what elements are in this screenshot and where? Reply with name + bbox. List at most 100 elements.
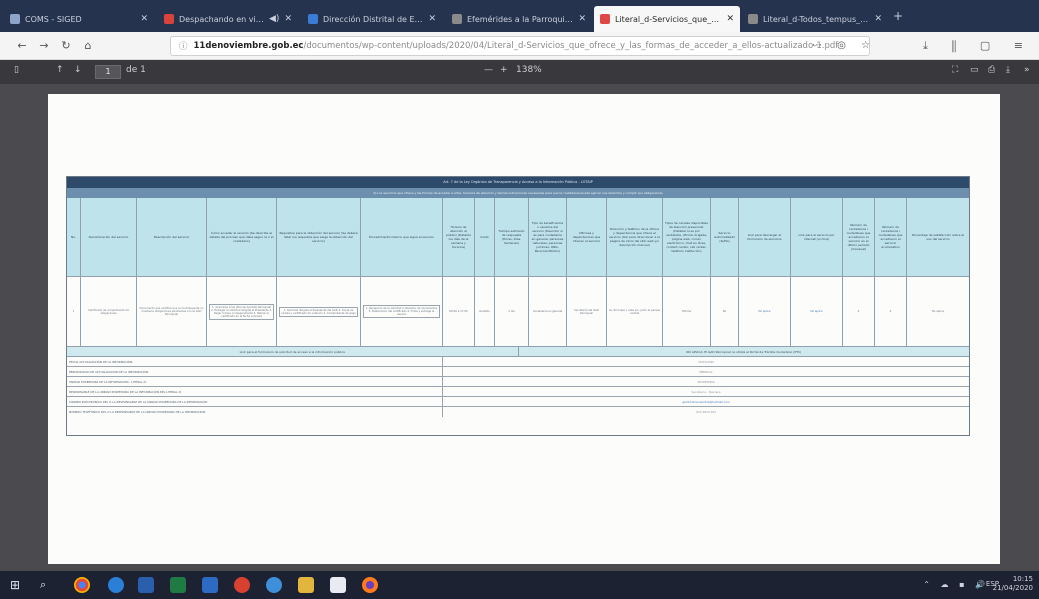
site-info-icon[interactable]: ⓘ	[179, 40, 188, 52]
url-bar[interactable]: ⓘ 11denoviembre.gob.ec /documentos/wp-co…	[170, 36, 870, 56]
column-header: Oficinas y dependencias que ofrecen el s…	[567, 198, 607, 276]
print-icon[interactable]: ⎙	[988, 65, 995, 75]
column-header: Servicio Automatizado (Si/No)	[711, 198, 739, 276]
new-tab-button[interactable]: +	[893, 9, 903, 23]
tab-favicon-icon	[164, 14, 174, 24]
back-icon[interactable]: ←	[14, 38, 30, 54]
column-header: Costo	[475, 198, 495, 276]
word-doc-icon[interactable]	[202, 577, 218, 593]
pdf-viewer: Art. 7 de la Ley Orgánica de Transparenc…	[0, 84, 1039, 571]
file-explorer-icon[interactable]	[298, 577, 314, 593]
column-header: Procedimiento interno que sigue el servi…	[361, 198, 443, 276]
column-header: Tipos de canales disponibles de atención…	[663, 198, 711, 276]
table-cell: 1 día	[495, 277, 529, 346]
close-tab-icon[interactable]: ✕	[726, 14, 734, 24]
reload-icon[interactable]: ↻	[58, 38, 74, 54]
clock-date: 21/04/2020	[992, 584, 1033, 592]
table-row: 1 Certificado de cumplimiento de obligac…	[67, 277, 969, 347]
footer-row: NÚMERO TELEFÓNICO DEL O LA RESPONSABLE D…	[67, 407, 969, 417]
zoom-out-button[interactable]: —	[484, 65, 493, 75]
system-tray-icons[interactable]: ⌃ ☁ ▪ 🔊	[923, 580, 989, 589]
pdf-favicon-icon	[600, 14, 610, 24]
open-file-icon[interactable]: ▭	[970, 65, 979, 75]
pdf-page: Art. 7 de la Ley Orgánica de Transparenc…	[48, 94, 1000, 564]
close-tab-icon[interactable]: ✕	[428, 14, 436, 24]
clock[interactable]: 10:15 21/04/2020	[993, 575, 1033, 593]
excel-icon[interactable]	[170, 577, 186, 593]
table-cell: 08:00 a 17:00	[443, 277, 475, 346]
browser-tab-active[interactable]: Literal_d-Servicios_que_ofrece_y_ ✕	[594, 6, 740, 32]
footer-value-link[interactable]: gad11denoviembre@hotmail.com	[443, 397, 969, 406]
tab-label: COMS - SIGED	[25, 14, 82, 24]
table-header-row: No. Denominación del servicio Descripció…	[67, 198, 969, 277]
browser-tab[interactable]: Efemérides a la Parroquia de ✕	[446, 6, 592, 32]
store-icon[interactable]	[330, 577, 346, 593]
column-header: Número de ciudadanos / ciudadanas que ac…	[875, 198, 907, 276]
tab-label: Literal_d-Servicios_que_ofrece_y_	[615, 14, 721, 24]
column-header: Requisitos para la obtención del servici…	[277, 198, 361, 276]
footer-value: MENSUAL	[699, 370, 713, 374]
table-cell: Oficina	[663, 277, 711, 346]
more-tools-icon[interactable]: »	[1024, 65, 1030, 75]
column-header: Tiempo estimado de respuesta (Horas, Día…	[495, 198, 529, 276]
chrome-icon[interactable]	[74, 577, 90, 593]
column-header: Dirección y teléfono de la oficina y dep…	[607, 198, 663, 276]
presentation-icon[interactable]: ⛶	[952, 65, 958, 75]
close-tab-icon[interactable]: ✕	[578, 14, 586, 24]
footer-row: FECHA ACTUALIZACIÓN DE LA INFORMACIÓN: 3…	[67, 357, 969, 367]
tab-favicon-icon	[308, 14, 318, 24]
table-cell-link[interactable]: No aplica	[739, 277, 791, 346]
forward-icon[interactable]: →	[36, 38, 52, 54]
word-icon[interactable]	[138, 577, 154, 593]
pdf-toolbar: ▯ ↑ ↓ 1 de 1 — + 138% ⛶ ▭ ⎙ ⤓ »	[0, 60, 1039, 84]
footer-row: PERIODICIDAD DE ACTUALIZACIÓN DE LA INFO…	[67, 367, 969, 377]
url-path: /documentos/wp-content/uploads/2020/04/L…	[303, 41, 839, 51]
table-cell: 1. Solicitud dirigida al Presidente del …	[277, 277, 361, 346]
browser-tab[interactable]: Literal_d-Todos_tempus_ec_otorga ✕	[742, 6, 888, 32]
page-number-input[interactable]: 1	[95, 65, 121, 79]
browser-tab[interactable]: Dirección Distrital de Educación ✕	[302, 6, 442, 32]
table-subtitle: d) Los servicios que ofrece y las formas…	[67, 188, 969, 198]
table-cell-link[interactable]: No aplica	[791, 277, 843, 346]
close-tab-icon[interactable]: ✕	[284, 14, 292, 24]
tab-label: Dirección Distrital de Educación	[323, 14, 423, 24]
home-icon[interactable]: ⌂	[80, 38, 96, 54]
column-header: Cómo acceder al servicio (Se describe el…	[207, 198, 277, 276]
zoom-select[interactable]: 138%	[516, 65, 542, 75]
close-tab-icon[interactable]: ✕	[140, 14, 148, 24]
page-actions-icon[interactable]: ⋯ ◎ ☆	[812, 40, 876, 51]
column-header: Link para descargar el formulario de ser…	[739, 198, 791, 276]
audio-icon[interactable]: ◀)	[269, 14, 279, 24]
next-page-icon[interactable]: ↓	[74, 65, 82, 75]
footer-label: UNIDAD POSEEDORA DE LA INFORMACIÓN - LIT…	[67, 377, 443, 386]
browser-tab[interactable]: COMS - SIGED ✕	[4, 6, 154, 32]
zoom-in-button[interactable]: +	[500, 65, 508, 75]
save-icon[interactable]: ⤓	[1006, 65, 1010, 75]
table-cell: 1. Acercarse a las oficinas del GAD Parr…	[207, 277, 277, 346]
table-cell: 1. Recepción de la solicitud 2. Revisión…	[361, 277, 443, 346]
column-header: Link para el servicio por internet (on l…	[791, 198, 843, 276]
tab-label: Despachando en vivo - Jeyo	[179, 14, 265, 24]
windows-taskbar: ⊞ ⌕ ⌃ ☁ ▪ 🔊 ESP 10:15 21/04/2020	[0, 571, 1039, 599]
footer-label: CORREO ELECTRÓNICO DEL O LA RESPONSABLE …	[67, 397, 443, 406]
network-app-icon[interactable]	[266, 577, 282, 593]
table-cell: Certificado de cumplimiento de obligacio…	[81, 277, 137, 346]
tab-label: Literal_d-Todos_tempus_ec_otorga	[763, 14, 870, 24]
previous-page-icon[interactable]: ↑	[56, 65, 64, 75]
windows-start-icon[interactable]: ⊞	[10, 577, 26, 593]
table-cell: No aplica	[931, 310, 945, 313]
column-header: Tipo de beneficiarios o usuarios del ser…	[529, 198, 567, 276]
browser-tab[interactable]: Despachando en vivo - Jeyo ◀) ✕	[158, 6, 298, 32]
app-icon[interactable]	[234, 577, 250, 593]
toolbar-icons[interactable]: ⤓ ⫼ ▢ ≡	[923, 39, 1033, 53]
section-value: NO APLICA: El GAD Parroquial no utiliza …	[686, 350, 802, 354]
search-icon[interactable]: ⌕	[40, 577, 56, 593]
page-total: de 1	[126, 65, 146, 75]
close-tab-icon[interactable]: ✕	[874, 14, 882, 24]
table-cell: 1	[67, 277, 81, 346]
column-header: Porcentaje de satisfacción sobre el uso …	[907, 198, 969, 276]
table-section-row: Link para el formulario de solicitud de …	[67, 347, 969, 357]
sidebar-toggle-icon[interactable]: ▯	[14, 65, 19, 75]
edge-icon[interactable]	[108, 577, 124, 593]
firefox-icon[interactable]	[362, 577, 378, 593]
